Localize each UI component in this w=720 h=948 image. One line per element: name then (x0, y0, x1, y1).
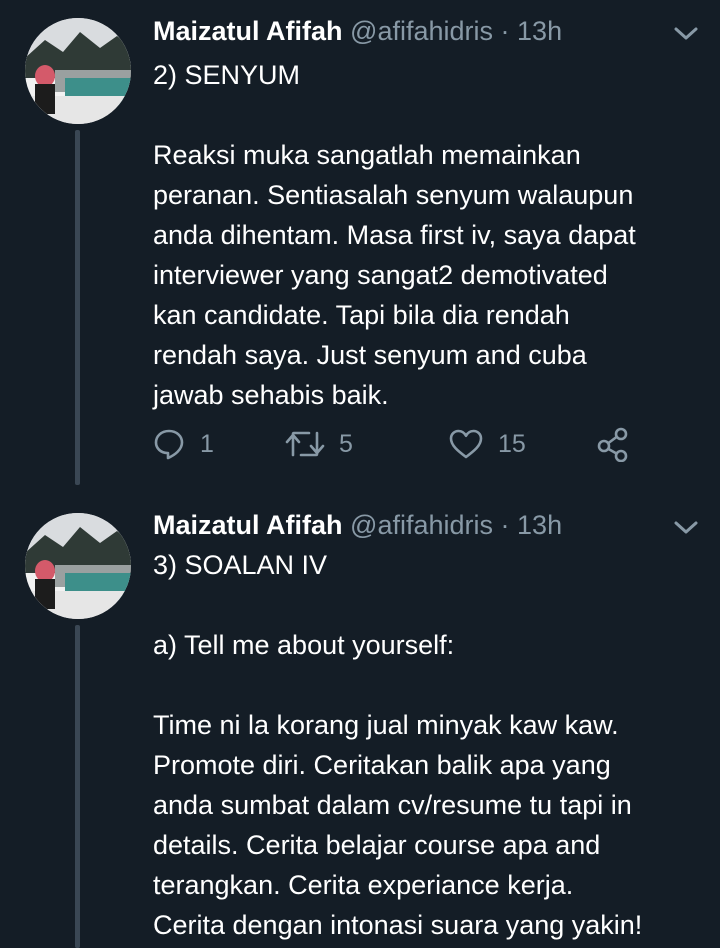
retweet-button[interactable]: 5 (285, 424, 353, 464)
reply-button[interactable]: 1 (152, 424, 214, 464)
share-button[interactable] (595, 424, 631, 464)
avatar[interactable] (25, 513, 131, 619)
separator-dot: · (500, 16, 510, 46)
thread-line (75, 130, 80, 485)
chevron-down-icon[interactable] (672, 24, 700, 44)
chevron-down-icon[interactable] (672, 518, 700, 538)
timestamp[interactable]: 13h (517, 16, 562, 46)
reply-count: 1 (200, 429, 214, 458)
tweet-text: 3) SOALAN IV a) Tell me about yourself: … (153, 550, 643, 940)
avatar-photo (25, 513, 131, 619)
display-name[interactable]: Maizatul Afifah (153, 510, 343, 540)
display-name[interactable]: Maizatul Afifah (153, 16, 343, 46)
avatar-photo (25, 18, 131, 124)
reply-icon (152, 427, 186, 461)
timestamp[interactable]: 13h (517, 510, 562, 540)
like-count: 15 (498, 429, 526, 458)
retweet-count: 5 (339, 429, 353, 458)
retweet-icon (285, 427, 325, 461)
tweet-actions: 1 5 15 (150, 424, 650, 464)
tweet-header: Maizatul Afifah @afifahidris · 13h (153, 14, 562, 48)
tweet-text: 2) SENYUM Reaksi muka sangatlah memainka… (153, 60, 636, 410)
like-button[interactable]: 15 (448, 424, 526, 464)
heart-icon (448, 427, 484, 461)
avatar[interactable] (25, 18, 131, 124)
user-handle[interactable]: @afifahidris (350, 510, 493, 540)
separator-dot: · (500, 510, 510, 540)
share-icon (595, 426, 631, 462)
thread-line (75, 625, 80, 948)
user-handle[interactable]: @afifahidris (350, 16, 493, 46)
tweet-header: Maizatul Afifah @afifahidris · 13h (153, 508, 562, 542)
